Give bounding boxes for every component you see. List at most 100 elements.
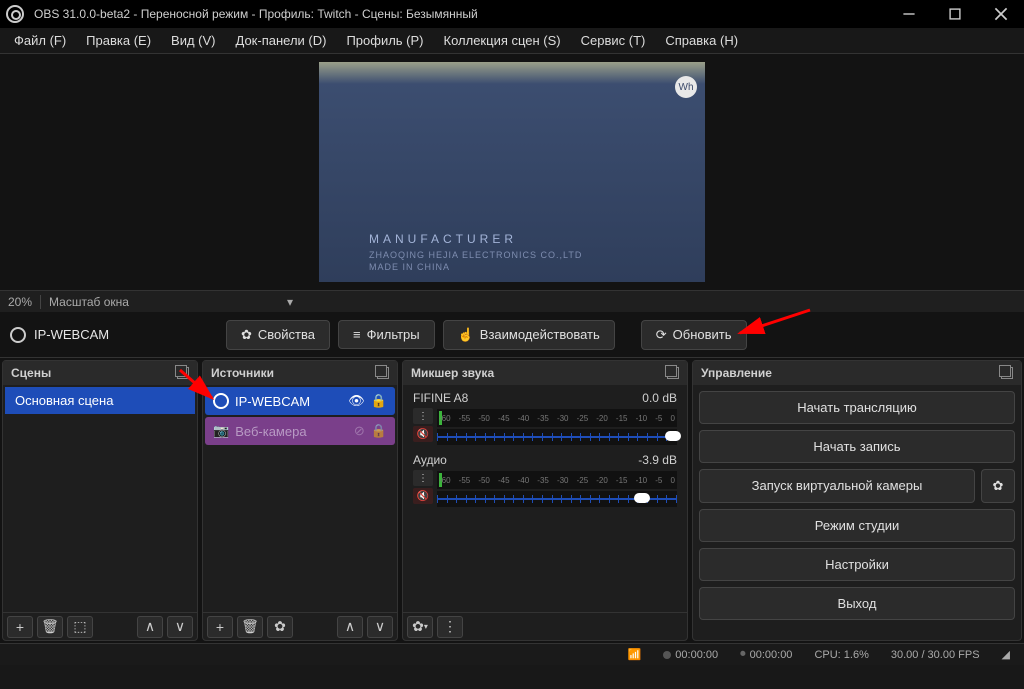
menu-scenes[interactable]: Коллекция сцен (S) xyxy=(434,29,571,52)
add-source-button[interactable]: + xyxy=(207,616,233,638)
camera-icon: 📷 xyxy=(213,423,229,439)
mute-button[interactable]: 🔇 xyxy=(413,426,433,442)
globe-icon xyxy=(10,327,26,343)
panel-controls-header[interactable]: Управление xyxy=(693,361,1021,385)
mixer-options-button[interactable]: ⋮ xyxy=(413,470,433,486)
refresh-button[interactable]: ⟳ Обновить xyxy=(641,320,747,350)
selected-source: IP-WEBCAM xyxy=(10,327,200,343)
mixer-menu-button[interactable]: ⋮ xyxy=(437,616,463,638)
move-source-down-button[interactable]: ∨ xyxy=(367,616,393,638)
popout-icon[interactable] xyxy=(1001,367,1013,379)
filter-icon: ≡ xyxy=(353,327,361,342)
menu-help[interactable]: Справка (H) xyxy=(655,29,748,52)
hand-icon: ☝ xyxy=(458,327,474,343)
maximize-button[interactable] xyxy=(932,0,978,28)
studio-mode-button[interactable]: Режим студии xyxy=(699,509,1015,542)
mixer-channel: Аудио -3.9 dB ⋮ 🔇 -60-55-50-45-40-35-30-… xyxy=(405,449,685,511)
lock-icon[interactable]: 🔒 xyxy=(371,423,387,439)
visibility-icon[interactable]: 👁 xyxy=(348,393,365,409)
source-item-ipwebcam[interactable]: IP-WEBCAM 👁 🔒 xyxy=(205,387,395,415)
start-vcam-button[interactable]: Запуск виртуальной камеры xyxy=(699,469,975,503)
mixer-channel-name: FIFINE A8 xyxy=(413,391,468,405)
mixer-channel: FIFINE A8 0.0 dB ⋮ 🔇 -60-55-50-45-40-35-… xyxy=(405,387,685,449)
menu-edit[interactable]: Правка (E) xyxy=(76,29,161,52)
titlebar: OBS 31.0.0-beta2 - Переносной режим - Пр… xyxy=(0,0,1024,28)
popout-icon[interactable] xyxy=(377,367,389,379)
close-button[interactable] xyxy=(978,0,1024,28)
menu-profile[interactable]: Профиль (P) xyxy=(336,29,433,52)
preview-content: Wh MANUFACTURER ZHAOQING HEJIA ELECTRONI… xyxy=(319,62,705,282)
volume-slider[interactable] xyxy=(437,429,677,445)
panel-sources-header[interactable]: Источники xyxy=(203,361,397,385)
scene-item[interactable]: Основная сцена xyxy=(5,387,195,414)
exit-button[interactable]: Выход xyxy=(699,587,1015,620)
add-scene-button[interactable]: + xyxy=(7,616,33,638)
volume-slider[interactable] xyxy=(437,491,677,507)
remove-scene-button[interactable]: 🗑 xyxy=(37,616,63,638)
vcam-settings-button[interactable]: ✿ xyxy=(981,469,1015,503)
remove-source-button[interactable]: 🗑 xyxy=(237,616,263,638)
sources-footer: + 🗑 ✿ ∧ ∨ xyxy=(203,612,397,640)
window-title: OBS 31.0.0-beta2 - Переносной режим - Пр… xyxy=(30,7,886,21)
statusbar: 📶 00:00:00 ⏺00:00:00 CPU: 1.6% 30.00 / 3… xyxy=(0,643,1024,665)
move-source-up-button[interactable]: ∧ xyxy=(337,616,363,638)
hidden-icon[interactable]: ⊘ xyxy=(354,423,365,439)
start-stream-button[interactable]: Начать трансляцию xyxy=(699,391,1015,424)
menu-docks[interactable]: Док-панели (D) xyxy=(226,29,337,52)
popout-icon[interactable] xyxy=(177,367,189,379)
mixer-channel-db: 0.0 dB xyxy=(642,391,677,405)
move-scene-down-button[interactable]: ∨ xyxy=(167,616,193,638)
mute-button[interactable]: 🔇 xyxy=(413,488,433,504)
audio-meter: -60-55-50-45-40-35-30-25-20-15-10-50 xyxy=(437,409,677,427)
properties-button[interactable]: ✿ Свойства xyxy=(226,320,330,350)
network-icon: 📶 xyxy=(622,648,648,661)
source-item-webcam[interactable]: 📷 Веб-камера ⊘ 🔒 xyxy=(205,417,395,445)
panel-scenes: Сцены Основная сцена + 🗑 ⬚ ∧ ∨ xyxy=(2,360,198,641)
scenes-footer: + 🗑 ⬚ ∧ ∨ xyxy=(3,612,197,640)
mixer-channel-name: Аудио xyxy=(413,453,447,467)
preview-badge: Wh xyxy=(675,76,697,98)
cpu-status: CPU: 1.6% xyxy=(808,649,874,661)
panel-scenes-header[interactable]: Сцены xyxy=(3,361,197,385)
refresh-icon: ⟳ xyxy=(656,327,667,343)
stats-icon[interactable]: ◢ xyxy=(996,648,1016,661)
panel-mixer-header[interactable]: Микшер звука xyxy=(403,361,687,385)
record-status: ⏺00:00:00 xyxy=(734,648,798,661)
obs-logo-icon xyxy=(6,5,24,23)
mixer-settings-button[interactable]: ✿▾ xyxy=(407,616,433,638)
start-record-button[interactable]: Начать запись xyxy=(699,430,1015,463)
preview-manufacturer: MANUFACTURER xyxy=(369,232,517,246)
globe-icon xyxy=(213,393,229,409)
preview-sub1: ZHAOQING HEJIA ELECTRONICS CO.,LTD xyxy=(369,250,582,260)
menubar: Файл (F) Правка (E) Вид (V) Док-панели (… xyxy=(0,28,1024,54)
menu-view[interactable]: Вид (V) xyxy=(161,29,225,52)
preview-sub2: MADE IN CHINA xyxy=(369,262,450,272)
audio-meter: -60-55-50-45-40-35-30-25-20-15-10-50 xyxy=(437,471,677,489)
zoom-bar: 20% Масштаб окна ▾ xyxy=(0,290,1024,312)
lock-icon[interactable]: 🔒 xyxy=(371,393,387,409)
mixer-footer: ✿▾ ⋮ xyxy=(403,612,687,640)
menu-tools[interactable]: Сервис (T) xyxy=(571,29,656,52)
settings-button[interactable]: Настройки xyxy=(699,548,1015,581)
popout-icon[interactable] xyxy=(667,367,679,379)
interact-button[interactable]: ☝ Взаимодействовать xyxy=(443,320,615,350)
minimize-button[interactable] xyxy=(886,0,932,28)
source-properties-button[interactable]: ✿ xyxy=(267,616,293,638)
selected-source-name: IP-WEBCAM xyxy=(34,327,109,342)
source-toolbar: IP-WEBCAM ✿ Свойства ≡ Фильтры ☝ Взаимод… xyxy=(0,312,1024,358)
stream-status: 00:00:00 xyxy=(657,649,724,661)
panel-mixer: Микшер звука FIFINE A8 0.0 dB ⋮ 🔇 -60-55… xyxy=(402,360,688,641)
move-scene-up-button[interactable]: ∧ xyxy=(137,616,163,638)
mixer-channel-db: -3.9 dB xyxy=(638,453,677,467)
menu-file[interactable]: Файл (F) xyxy=(4,29,76,52)
gear-icon: ✿ xyxy=(241,327,252,343)
panel-controls: Управление Начать трансляцию Начать запи… xyxy=(692,360,1022,641)
panel-sources: Источники IP-WEBCAM 👁 🔒 📷 Веб-камера ⊘ 🔒 xyxy=(202,360,398,641)
mixer-options-button[interactable]: ⋮ xyxy=(413,408,433,424)
zoom-value[interactable]: 20% xyxy=(0,295,40,309)
zoom-label: Масштаб окна xyxy=(41,295,137,309)
filters-button[interactable]: ≡ Фильтры xyxy=(338,320,435,349)
preview-area[interactable]: Wh MANUFACTURER ZHAOQING HEJIA ELECTRONI… xyxy=(0,54,1024,290)
zoom-dropdown[interactable]: ▾ xyxy=(277,295,303,309)
scene-filters-button[interactable]: ⬚ xyxy=(67,616,93,638)
